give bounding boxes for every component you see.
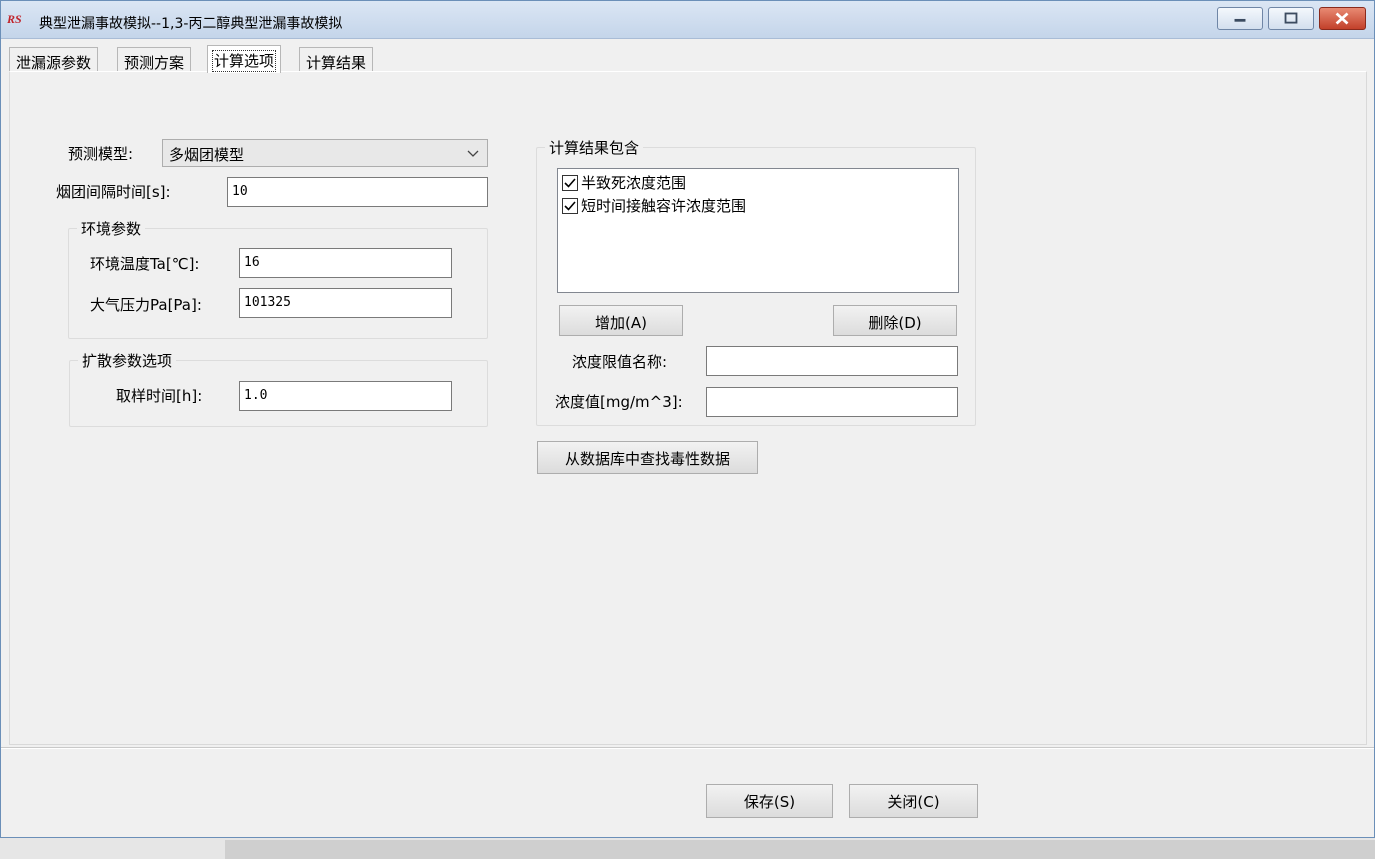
env-params-title: 环境参数 (77, 218, 146, 239)
checkbox-lethal[interactable] (562, 175, 578, 191)
pressure-label: 大气压力Pa[Pa]: (90, 296, 202, 314)
tab-label: 泄漏源参数 (16, 54, 92, 72)
delete-button[interactable]: 删除(D) (833, 305, 957, 336)
taskbar-strip (225, 840, 1375, 859)
check-icon (564, 178, 576, 188)
close-icon (1335, 12, 1349, 25)
conc-value-label: 浓度值[mg/m^3]: (555, 393, 683, 411)
list-item[interactable]: 半致死浓度范围 (562, 172, 686, 192)
pressure-input[interactable]: 101325 (239, 288, 452, 318)
sample-time-label: 取样时间[h]: (116, 387, 203, 405)
results-include-title: 计算结果包含 (545, 137, 644, 158)
minimize-icon (1234, 18, 1246, 22)
conc-value-input[interactable] (706, 387, 958, 417)
model-label: 预测模型: (68, 145, 134, 163)
save-button[interactable]: 保存(S) (706, 784, 833, 818)
sample-time-input[interactable]: 1.0 (239, 381, 452, 411)
interval-input[interactable]: 10 (227, 177, 488, 207)
model-select[interactable]: 多烟团模型 (162, 139, 488, 167)
tab-leak-source[interactable]: 泄漏源参数 (9, 47, 99, 72)
maximize-button[interactable] (1268, 7, 1314, 30)
temp-input[interactable]: 16 (239, 248, 452, 278)
chevron-down-icon (467, 143, 479, 166)
title-bar[interactable]: RS 典型泄漏事故模拟--1,3-丙二醇典型泄漏事故模拟 (1, 1, 1374, 39)
limit-name-label: 浓度限值名称: (572, 353, 668, 371)
tab-label: 计算选项 (211, 50, 277, 72)
tab-forecast-plan[interactable]: 预测方案 (117, 47, 192, 72)
main-window: RS 典型泄漏事故模拟--1,3-丙二醇典型泄漏事故模拟 泄漏源参数 预测方案 … (0, 0, 1375, 838)
lookup-toxicity-button[interactable]: 从数据库中查找毒性数据 (537, 441, 758, 474)
check-icon (564, 201, 576, 211)
results-listbox[interactable]: 半致死浓度范围 短时间接触容许浓度范围 (557, 168, 959, 293)
tab-calc-results[interactable]: 计算结果 (299, 47, 374, 72)
minimize-button[interactable] (1217, 7, 1263, 30)
add-button[interactable]: 增加(A) (559, 305, 683, 336)
diffusion-params-title: 扩散参数选项 (78, 350, 177, 371)
list-item-label: 半致死浓度范围 (581, 174, 687, 192)
close-button[interactable]: 关闭(C) (849, 784, 978, 818)
window-title: 典型泄漏事故模拟--1,3-丙二醇典型泄漏事故模拟 (39, 16, 343, 32)
taskbar (0, 838, 1375, 859)
env-params-group: 环境参数 (68, 218, 488, 339)
model-select-value: 多烟团模型 (169, 146, 245, 164)
temp-label: 环境温度Ta[℃]: (90, 255, 200, 273)
footer-divider (1, 747, 1374, 749)
list-item[interactable]: 短时间接触容许浓度范围 (562, 195, 746, 215)
list-item-label: 短时间接触容许浓度范围 (581, 197, 747, 215)
tab-panel: 预测模型: 多烟团模型 烟团间隔时间[s]: 10 环境参数 环境温度Ta[℃]… (9, 71, 1367, 745)
interval-label: 烟团间隔时间[s]: (56, 183, 171, 201)
app-logo-icon: RS (7, 12, 22, 26)
tab-label: 预测方案 (124, 54, 185, 72)
limit-name-input[interactable] (706, 346, 958, 376)
maximize-icon (1284, 12, 1298, 24)
close-window-button[interactable] (1319, 7, 1366, 30)
tab-label: 计算结果 (306, 54, 367, 72)
calc-options-content: 预测模型: 多烟团模型 烟团间隔时间[s]: 10 环境参数 环境温度Ta[℃]… (18, 80, 1358, 740)
checkbox-stel[interactable] (562, 198, 578, 214)
tab-calc-options[interactable]: 计算选项 (207, 45, 282, 73)
